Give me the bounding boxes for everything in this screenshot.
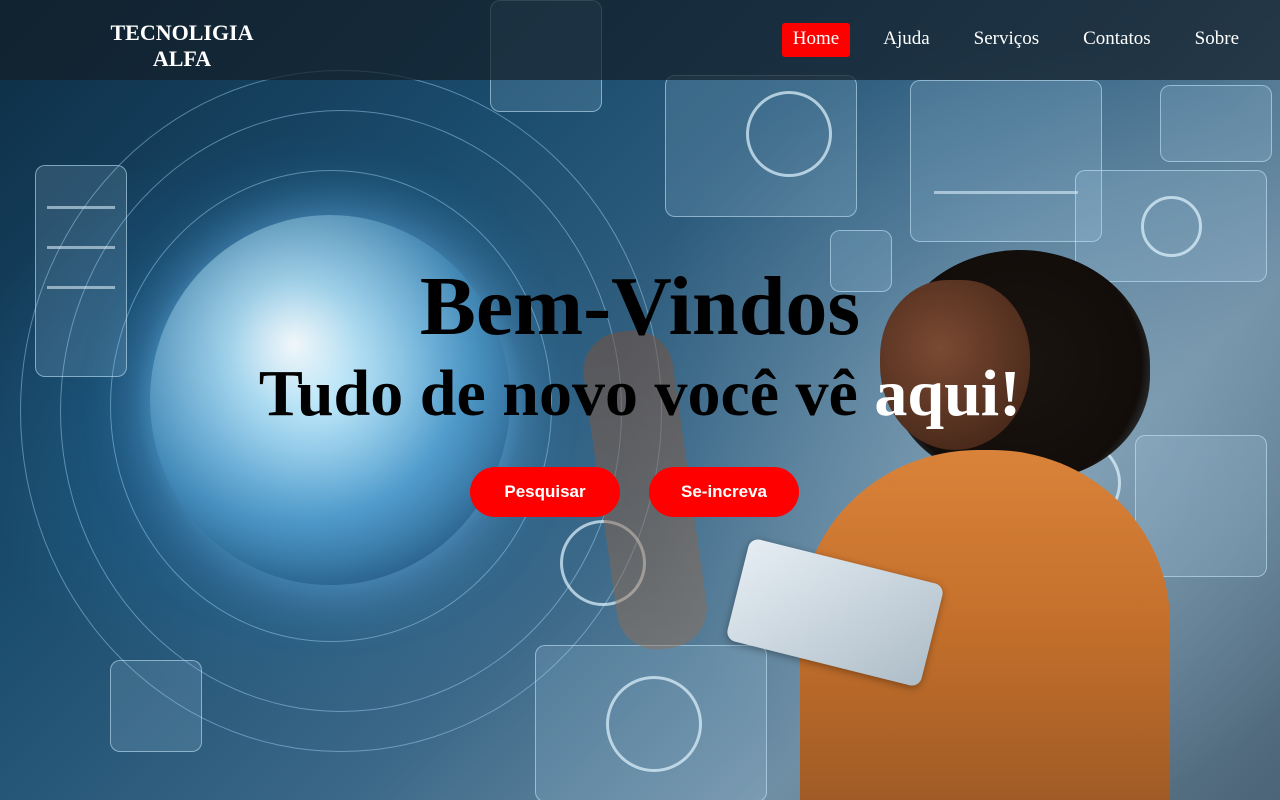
hero-subtitle: Tudo de novo você vê aqui! [0, 356, 1280, 432]
subscribe-button[interactable]: Se-increva [649, 467, 799, 517]
hero-subtitle-highlight: aqui! [874, 357, 1022, 430]
nav-sobre-link[interactable]: Sobre [1184, 23, 1250, 57]
nav-home-link[interactable]: Home [781, 23, 851, 57]
nav-ajuda-link[interactable]: Ajuda [872, 23, 940, 57]
brand-logo[interactable]: TECNOLIGIA ALFA [100, 20, 264, 72]
brand-line-2: ALFA [152, 46, 212, 71]
hero-actions: Pesquisar Se-increva [470, 467, 799, 517]
hero-title: Bem-Vindos [419, 260, 861, 353]
hud-panel [910, 80, 1102, 242]
nav-servicos-link[interactable]: Serviços [963, 23, 1050, 57]
nav-contatos-link[interactable]: Contatos [1072, 23, 1162, 57]
search-button[interactable]: Pesquisar [470, 467, 620, 517]
hud-panel [665, 75, 857, 217]
hud-panel [535, 645, 767, 800]
top-navbar: TECNOLIGIA ALFA Home Ajuda Serviços Cont… [0, 0, 1280, 80]
hero-subtitle-dark: Tudo de novo você vê [258, 357, 875, 430]
main-nav: Home Ajuda Serviços Contatos Sobre [772, 23, 1250, 57]
hud-panel [1160, 85, 1272, 162]
brand-line-1: TECNOLIGIA [110, 20, 254, 45]
hud-panel [110, 660, 202, 752]
hero-section: TECNOLIGIA ALFA Home Ajuda Serviços Cont… [0, 0, 1280, 800]
